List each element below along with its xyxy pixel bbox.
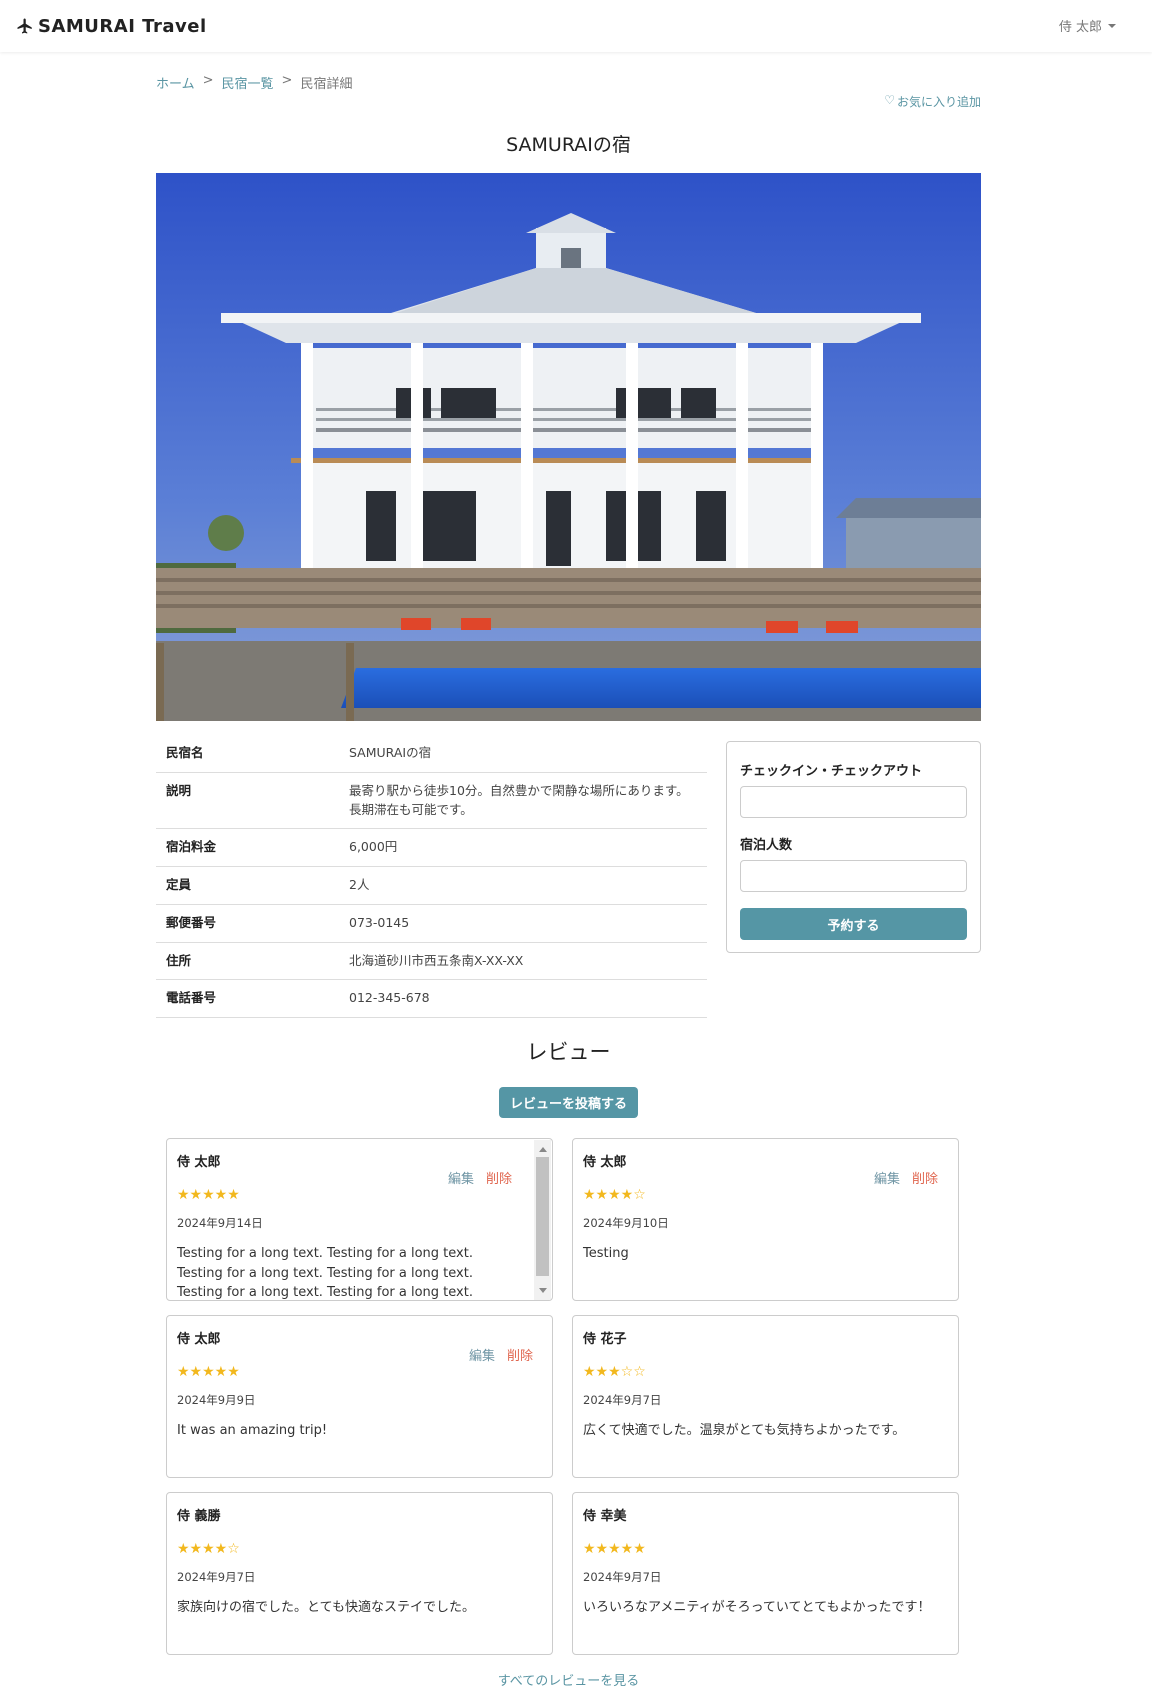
review-card: 侍 花子 ★★★☆☆ 2024年9月7日 広くて快適でした。温泉がとても気持ちよ… (572, 1315, 959, 1478)
delete-review-link[interactable]: 削除 (912, 1168, 938, 1187)
breadcrumb-separator: > (281, 73, 293, 88)
review-text: 広くて快適でした。温泉がとても気持ちよかったです。 (583, 1423, 906, 1438)
caret-down-icon (1108, 23, 1116, 28)
table-row: 電話番号 012-345-678 (156, 979, 707, 1018)
review-actions: 編集 削除 (874, 1168, 938, 1187)
review-card: 侍 幸美 ★★★★★ 2024年9月7日 いろいろなアメニティがそろっていてとて… (572, 1492, 959, 1655)
review-text: It was an amazing trip! (177, 1423, 328, 1438)
review-date: 2024年9月14日 (177, 1216, 263, 1230)
edit-review-link[interactable]: 編集 (469, 1345, 495, 1364)
review-card: 侍 義勝 ★★★★☆ 2024年9月7日 家族向けの宿でした。とても快適なステイ… (166, 1492, 553, 1655)
detail-value: 北海道砂川市西五条南X-XX-XX (339, 942, 707, 981)
review-date: 2024年9月7日 (583, 1570, 662, 1584)
scroll-down-icon[interactable] (539, 1288, 547, 1293)
star-rating: ★★★★☆ (583, 1187, 646, 1203)
reviewer-name: 侍 義勝 (177, 1509, 221, 1524)
detail-key: 電話番号 (156, 979, 339, 1018)
brand-name: SAMURAI Travel (38, 15, 207, 37)
scroll-thumb[interactable] (536, 1157, 549, 1276)
review-date: 2024年9月7日 (583, 1393, 662, 1407)
detail-key: 住所 (156, 942, 339, 981)
review-date: 2024年9月9日 (177, 1393, 256, 1407)
add-favorite-link[interactable]: ♡ お気に入り追加 (884, 93, 981, 110)
star-rating: ★★★★★ (177, 1364, 240, 1380)
review-card: 侍 太郎 編集 削除 ★★★★☆ 2024年9月10日 Testing (572, 1138, 959, 1301)
reviews-heading: レビュー (526, 1040, 611, 1064)
detail-key: 定員 (156, 866, 339, 905)
user-name: 侍 太郎 (1058, 20, 1102, 35)
detail-value: 2人 (339, 866, 707, 905)
detail-value: 012-345-678 (339, 979, 707, 1018)
detail-value: 073-0145 (339, 904, 707, 943)
review-date: 2024年9月10日 (583, 1216, 669, 1230)
page-title: SAMURAIの宿 (506, 134, 631, 156)
star-rating: ★★★★☆ (177, 1541, 240, 1557)
detail-value: SAMURAIの宿 (339, 735, 707, 773)
reserve-button[interactable]: 予約する (740, 908, 967, 940)
breadcrumb-home[interactable]: ホーム (156, 73, 195, 92)
detail-value: 最寄り駅から徒歩10分。自然豊かで閑静な場所にあります。長期滞在も可能です。 (339, 772, 707, 830)
table-row: 住所 北海道砂川市西五条南X-XX-XX (156, 942, 707, 981)
star-rating: ★★★★★ (583, 1541, 646, 1557)
detail-value: 6,000円 (339, 828, 707, 867)
navbar: SAMURAI Travel 侍 太郎 (0, 0, 1152, 52)
table-row: 郵便番号 073-0145 (156, 904, 707, 943)
review-text: Testing for a long text. Testing for a l… (177, 1246, 473, 1300)
reviewer-name: 侍 花子 (583, 1332, 627, 1347)
airplane-icon (17, 18, 32, 34)
see-all-reviews-link[interactable]: すべてのレビューを見る (156, 1670, 981, 1689)
edit-review-link[interactable]: 編集 (448, 1168, 474, 1187)
review-text: 家族向けの宿でした。とても快適なステイでした。 (177, 1600, 475, 1615)
review-scrollbar[interactable] (534, 1140, 551, 1300)
detail-key: 郵便番号 (156, 904, 339, 943)
checkin-checkout-input[interactable] (740, 786, 967, 818)
scroll-up-icon[interactable] (539, 1147, 547, 1152)
review-text: いろいろなアメニティがそろっていてとてもよかったです！ (583, 1600, 931, 1615)
breadcrumb: ホーム > 民宿一覧 > 民宿詳細 (156, 73, 352, 92)
table-row: 宿泊料金 6,000円 (156, 828, 707, 867)
reservation-card: チェックイン・チェックアウト 宿泊人数 予約する (726, 741, 981, 953)
delete-review-link[interactable]: 削除 (486, 1168, 512, 1187)
guest-count-input[interactable] (740, 860, 967, 892)
star-rating: ★★★☆☆ (583, 1364, 646, 1380)
review-card: 侍 太郎 編集 削除 ★★★★★ 2024年9月14日 Testing for … (166, 1138, 553, 1301)
reviewer-name: 侍 幸美 (583, 1509, 627, 1524)
delete-review-link[interactable]: 削除 (507, 1345, 533, 1364)
table-row: 定員 2人 (156, 866, 707, 905)
inn-details-table: 民宿名 SAMURAIの宿 説明 最寄り駅から徒歩10分。自然豊かで閑静な場所にあり… (156, 735, 707, 1018)
table-row: 民宿名 SAMURAIの宿 (156, 735, 707, 773)
detail-key: 宿泊料金 (156, 828, 339, 867)
breadcrumb-inn-list[interactable]: 民宿一覧 (222, 73, 274, 92)
star-rating: ★★★★★ (177, 1187, 240, 1203)
review-date: 2024年9月7日 (177, 1570, 256, 1584)
review-text: Testing (583, 1246, 629, 1261)
review-actions: 編集 削除 (448, 1168, 512, 1187)
checkin-checkout-label: チェックイン・チェックアウト (740, 764, 923, 779)
review-actions: 編集 削除 (469, 1345, 533, 1364)
review-card: 侍 太郎 編集 削除 ★★★★★ 2024年9月9日 It was an ama… (166, 1315, 553, 1478)
guest-count-label: 宿泊人数 (740, 838, 793, 853)
breadcrumb-current: 民宿詳細 (300, 77, 353, 92)
brand-logo[interactable]: SAMURAI Travel (16, 16, 207, 37)
user-menu-dropdown[interactable]: 侍 太郎 (1059, 16, 1116, 35)
heart-icon: ♡ (884, 93, 895, 107)
detail-key: 説明 (156, 772, 339, 830)
breadcrumb-separator: > (202, 73, 214, 88)
table-row: 説明 最寄り駅から徒歩10分。自然豊かで閑静な場所にあります。長期滞在も可能です。 (156, 772, 707, 830)
detail-key: 民宿名 (156, 735, 339, 773)
inn-photo (156, 173, 981, 721)
edit-review-link[interactable]: 編集 (874, 1168, 900, 1187)
add-favorite-label: お気に入り追加 (896, 95, 981, 109)
post-review-button[interactable]: レビューを投稿する (499, 1087, 638, 1118)
